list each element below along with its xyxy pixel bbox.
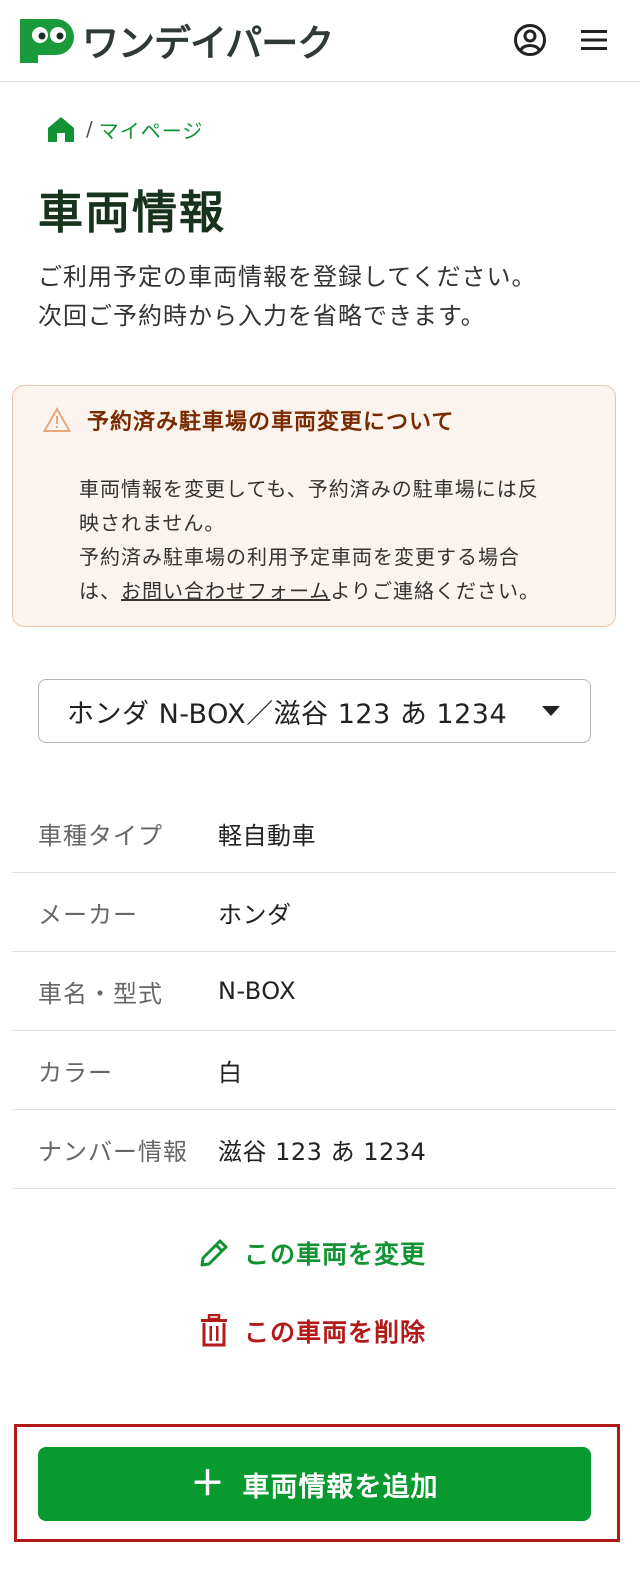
detail-label: ナンバー情報 (38, 1137, 188, 1166)
detail-value: ホンダ (218, 900, 292, 929)
notice-line: 映されません。 (79, 511, 226, 535)
detail-label: 車名・型式 (38, 979, 163, 1008)
add-vehicle-label: 車両情報を追加 (242, 1471, 439, 1502)
vehicle-details-table: 車種タイプ 軽自動車 メーカー ホンダ 車名・型式 N-BOX カラー 白 ナン… (12, 794, 616, 1189)
notice-text: は、 (79, 579, 121, 603)
caret-down-icon (542, 706, 560, 716)
vehicle-select-value: ホンダ N-BOX／滋谷 123 あ 1234 (67, 698, 508, 730)
breadcrumb-separator: / (86, 117, 93, 141)
page-intro: ご利用予定の車両情報を登録してください。 次回ご予約時から入力を省略できます。 (38, 258, 608, 336)
notice-box: 予約済み駐車場の車両変更について 車両情報を変更しても、予約済みの駐車場には反 … (12, 385, 616, 627)
warning-icon (43, 407, 71, 432)
hamburger-menu-icon (581, 30, 607, 50)
logo-text: ワンデイパーク (82, 22, 334, 65)
pencil-icon (200, 1239, 228, 1267)
vehicle-select[interactable]: ホンダ N-BOX／滋谷 123 あ 1234 (38, 679, 591, 743)
detail-value: 軽自動車 (218, 821, 316, 850)
edit-vehicle-button[interactable]: この車両を変更 (198, 1235, 426, 1271)
notice-line: は、お問い合わせフォームよりご連絡ください。 (79, 574, 589, 608)
contact-form-link[interactable]: お問い合わせフォーム (121, 579, 330, 603)
notice-text: よりご連絡ください。 (330, 579, 541, 603)
detail-label: カラー (38, 1058, 113, 1087)
add-vehicle-button[interactable]: ＋ 車両情報を追加 (38, 1447, 591, 1521)
breadcrumb: / マイページ (46, 112, 203, 146)
detail-label: 車種タイプ (38, 821, 163, 850)
notice-line: 予約済み駐車場の利用予定車両を変更する場合 (79, 545, 520, 569)
notice-title: 予約済み駐車場の車両変更について (87, 410, 455, 435)
detail-value: 白 (218, 1058, 243, 1087)
notice-line: 車両情報を変更しても、予約済みの駐車場には反 (79, 477, 539, 501)
delete-vehicle-label: この車両を削除 (244, 1318, 427, 1347)
trash-icon (201, 1314, 227, 1347)
detail-row-model: 車名・型式 N-BOX (12, 952, 616, 1031)
intro-line: 次回ご予約時から入力を省略できます。 (38, 302, 486, 330)
plus-icon: ＋ (190, 1465, 225, 1503)
logo[interactable]: ワンデイパーク (16, 14, 334, 66)
delete-vehicle-button[interactable]: この車両を削除 (198, 1313, 426, 1349)
detail-value: N-BOX (218, 977, 297, 1005)
account-button[interactable] (510, 20, 550, 60)
edit-vehicle-label: この車両を変更 (244, 1240, 427, 1269)
notice-body: 車両情報を変更しても、予約済みの駐車場には反 映されません。 予約済み駐車場の利… (79, 472, 589, 608)
page-title: 車両情報 (38, 186, 227, 239)
detail-row-plate: ナンバー情報 滋谷 123 あ 1234 (12, 1110, 616, 1189)
detail-row-type: 車種タイプ 軽自動車 (12, 794, 616, 873)
home-icon[interactable] (46, 114, 76, 144)
detail-value: 滋谷 123 あ 1234 (218, 1137, 427, 1166)
intro-line: ご利用予定の車両情報を登録してください。 (38, 263, 537, 291)
detail-row-maker: メーカー ホンダ (12, 873, 616, 952)
menu-button[interactable] (574, 20, 614, 60)
detail-row-color: カラー 白 (12, 1031, 616, 1110)
logo-p-icon (20, 19, 74, 63)
breadcrumb-mypage-link[interactable]: マイページ (99, 115, 204, 144)
account-icon (514, 24, 546, 56)
notice-header: 予約済み駐車場の車両変更について (43, 404, 454, 436)
detail-label: メーカー (38, 900, 138, 929)
app-header: ワンデイパーク (0, 0, 640, 82)
